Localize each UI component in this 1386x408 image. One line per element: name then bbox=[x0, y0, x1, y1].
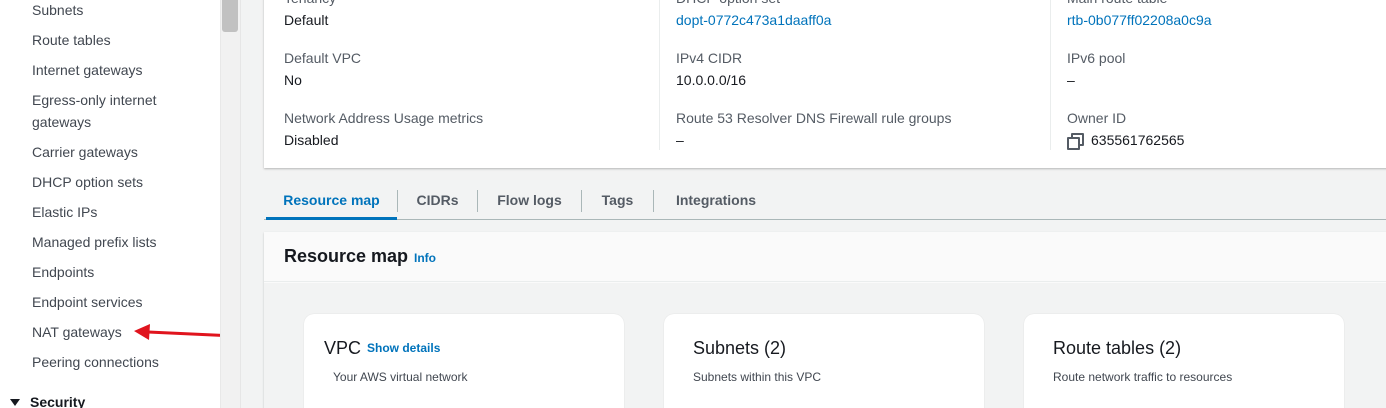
sidebar-item-subnets[interactable]: Subnets bbox=[32, 0, 83, 21]
sidebar-item-egress-only-internet-gateways-line2[interactable]: gateways bbox=[32, 111, 91, 133]
detail-ipv4-cidr: IPv4 CIDR 10.0.0.0/16 bbox=[676, 48, 746, 90]
detail-label: Route 53 Resolver DNS Firewall rule grou… bbox=[676, 110, 952, 126]
sidebar-item-egress-only-internet-gateways[interactable]: Egress-only internet bbox=[32, 89, 157, 111]
sidebar-item-peering-connections[interactable]: Peering connections bbox=[32, 351, 159, 373]
main-route-table-link[interactable]: rtb-0b077ff02208a0c9a bbox=[1067, 10, 1212, 30]
detail-dns-firewall-rule-groups: Route 53 Resolver DNS Firewall rule grou… bbox=[676, 108, 951, 150]
detail-dhcp-option-set: DHCP option set dopt-0772c473a1daaff0a bbox=[676, 0, 831, 30]
detail-label: Network Address Usage metrics bbox=[284, 110, 484, 126]
sidebar-item-endpoints[interactable]: Endpoints bbox=[32, 261, 94, 283]
resource-card-subtitle: Route network traffic to resources bbox=[1053, 370, 1233, 384]
sidebar-item-route-tables[interactable]: Route tables bbox=[32, 29, 111, 51]
sidebar-section-security[interactable]: Security bbox=[10, 394, 85, 408]
resource-map-title: Resource map bbox=[284, 246, 409, 266]
detail-label: Tenancy bbox=[284, 0, 336, 8]
resource-card-title: Subnets (2) bbox=[693, 338, 787, 358]
resource-map-panel: Resource map Info VPC Show details Your A… bbox=[264, 232, 1386, 408]
detail-label: IPv4 CIDR bbox=[676, 50, 743, 66]
detail-value: 10.0.0.0/16 bbox=[676, 72, 747, 88]
sidebar-item-managed-prefix-lists[interactable]: Managed prefix lists bbox=[32, 231, 157, 253]
detail-value: – bbox=[1067, 72, 1075, 88]
resource-card-route-tables: Route tables (2) Route network traffic t… bbox=[1024, 314, 1344, 408]
vpc-details-panel: Tenancy Default Default VPC No Network A… bbox=[264, 0, 1386, 168]
resource-card-vpc: VPC Show details Your AWS virtual network bbox=[304, 314, 624, 408]
column-divider bbox=[659, 0, 660, 150]
detail-ipv6-pool: IPv6 pool – bbox=[1067, 48, 1125, 90]
sidebar-nav: Subnets Route tables Internet gateways E… bbox=[0, 0, 220, 408]
detail-network-address-usage: Network Address Usage metrics Disabled bbox=[284, 108, 483, 150]
tab-cidrs[interactable]: CIDRs bbox=[398, 182, 477, 220]
tab-tags[interactable]: Tags bbox=[582, 182, 653, 220]
detail-value: Disabled bbox=[284, 132, 339, 148]
tab-resource-map[interactable]: Resource map bbox=[266, 182, 397, 220]
detail-label: Main route table bbox=[1067, 0, 1212, 8]
resource-card-subnets: Subnets (2) Subnets within this VPC bbox=[664, 314, 984, 408]
vpc-tabs: Resource map CIDRs Flow logs Tags Integr… bbox=[264, 182, 1386, 220]
sidebar-section-label: Security bbox=[30, 394, 86, 408]
detail-label: Default VPC bbox=[284, 50, 362, 66]
detail-value: 635561762565 bbox=[1067, 130, 1184, 150]
show-details-link[interactable]: Show details bbox=[367, 341, 440, 355]
vpc-card-title: VPC bbox=[324, 338, 362, 358]
copy-icon[interactable] bbox=[1067, 133, 1084, 150]
info-link[interactable]: Info bbox=[414, 251, 436, 265]
detail-label: DHCP option set bbox=[676, 0, 831, 8]
sidebar-item-elastic-ips[interactable]: Elastic IPs bbox=[32, 201, 97, 223]
column-divider bbox=[1050, 0, 1051, 150]
detail-label: IPv6 pool bbox=[1067, 50, 1126, 66]
sidebar-item-dhcp-option-sets[interactable]: DHCP option sets bbox=[32, 171, 143, 193]
detail-value: No bbox=[284, 72, 302, 88]
detail-main-route-table: Main route table rtb-0b077ff02208a0c9a bbox=[1067, 0, 1212, 30]
detail-default-vpc: Default VPC No bbox=[284, 48, 361, 90]
sidebar-item-carrier-gateways[interactable]: Carrier gateways bbox=[32, 141, 138, 163]
sidebar-scrollbar[interactable] bbox=[220, 0, 240, 408]
caret-down-icon bbox=[10, 398, 20, 406]
sidebar-item-endpoint-services[interactable]: Endpoint services bbox=[32, 291, 143, 313]
tab-flow-logs[interactable]: Flow logs bbox=[478, 182, 581, 220]
detail-label: Owner ID bbox=[1067, 110, 1127, 126]
resource-card-subtitle: Your AWS virtual network bbox=[333, 370, 468, 384]
detail-tenancy: Tenancy Default bbox=[284, 0, 336, 30]
dhcp-option-set-link[interactable]: dopt-0772c473a1daaff0a bbox=[676, 10, 831, 30]
sidebar-scroll-thumb[interactable] bbox=[222, 0, 238, 32]
resource-card-subtitle: Subnets within this VPC bbox=[693, 370, 822, 384]
detail-owner-id: Owner ID 635561762565 bbox=[1067, 108, 1184, 150]
owner-id-value: 635561762565 bbox=[1091, 132, 1185, 148]
resource-card-title: Route tables (2) bbox=[1053, 338, 1182, 358]
resource-map-header: Resource map Info bbox=[264, 232, 1386, 282]
tab-integrations[interactable]: Integrations bbox=[654, 182, 778, 220]
detail-value: Default bbox=[284, 12, 329, 28]
sidebar-item-nat-gateways[interactable]: NAT gateways bbox=[32, 321, 122, 343]
detail-value: – bbox=[676, 132, 684, 148]
panel-divider bbox=[240, 0, 241, 408]
resource-card-title: VPC Show details bbox=[324, 338, 440, 359]
sidebar-item-internet-gateways[interactable]: Internet gateways bbox=[32, 59, 143, 81]
